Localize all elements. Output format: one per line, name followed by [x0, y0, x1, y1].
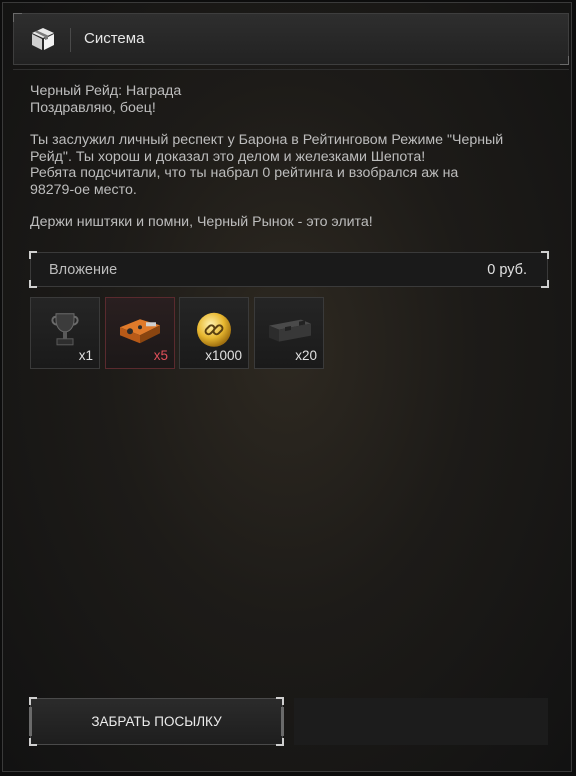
item-slot-trophy[interactable]: x1	[30, 297, 100, 369]
claim-package-label: ЗАБРАТЬ ПОСЫЛКУ	[91, 714, 222, 729]
message-line: Ребята подсчитали, что ты набрал 0 рейти…	[30, 165, 459, 181]
message-line: 98279-ое место.	[30, 181, 137, 198]
trophy-icon	[51, 313, 79, 346]
message-greeting: Поздравляю, боец!	[30, 99, 156, 116]
item-slot-crate[interactable]: x20	[254, 297, 324, 369]
attachment-amount: 0 руб.	[487, 262, 527, 278]
item-quantity: x1	[78, 348, 93, 363]
message-body: Черный Рейд: Награда Поздравляю, боец! Т…	[30, 83, 550, 231]
gold-chain-coin-icon	[197, 312, 231, 347]
item-slot-coin[interactable]: x1000	[179, 297, 249, 369]
message-line: Рейд". Ты хорош и доказал это делом и же…	[30, 148, 426, 165]
claim-package-button[interactable]: ЗАБРАТЬ ПОСЫЛКУ	[29, 697, 284, 746]
message-line: Держи ништяки и помни, Черный Рынок - эт…	[30, 214, 373, 230]
item-quantity: x1000	[205, 348, 242, 363]
orange-case-icon	[120, 319, 160, 344]
item-slot-case[interactable]: x5	[105, 297, 175, 369]
header-separator	[70, 28, 71, 52]
ammo-crate-icon	[269, 319, 311, 342]
divider	[13, 69, 569, 70]
message-line: Ты заслужил личный респект у Барона в Ре…	[30, 132, 504, 148]
window-title: Система	[84, 30, 145, 47]
attachment-label: Вложение	[49, 262, 118, 278]
secondary-button-disabled	[294, 698, 548, 745]
header-corner	[560, 56, 569, 65]
item-quantity: x5	[153, 348, 168, 363]
window-header: Система	[13, 13, 569, 65]
attachment-bar: Вложение 0 руб.	[29, 251, 549, 288]
message-subject: Черный Рейд: Награда	[30, 83, 182, 99]
package-icon	[32, 28, 54, 50]
header-corner	[13, 13, 22, 22]
item-quantity: x20	[295, 348, 317, 363]
